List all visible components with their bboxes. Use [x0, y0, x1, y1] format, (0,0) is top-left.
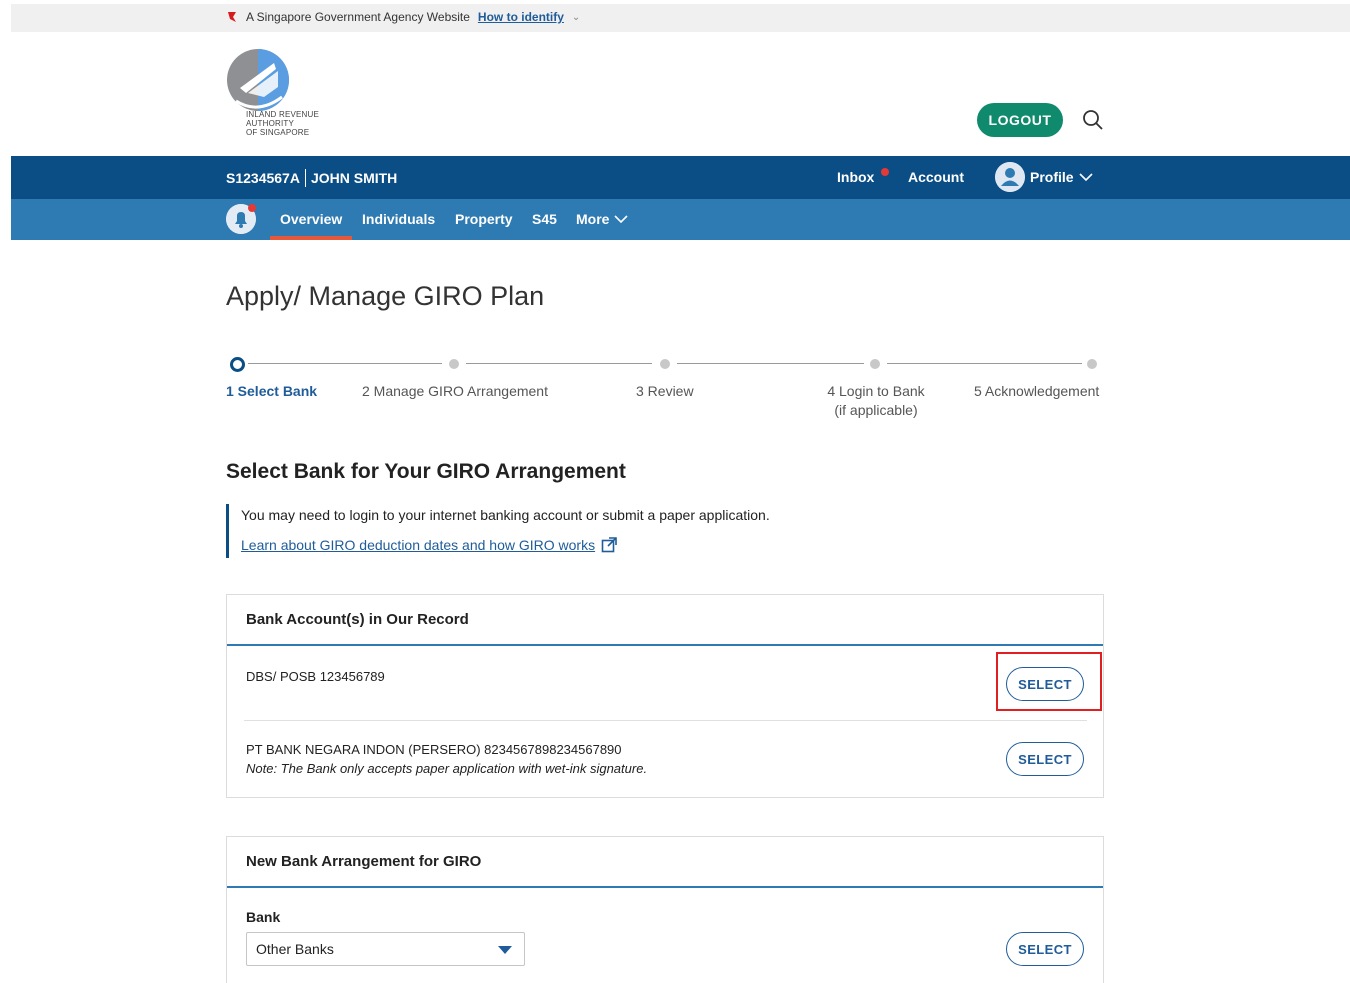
step-connector — [466, 363, 652, 364]
info-text: You may need to login to your internet b… — [241, 507, 770, 523]
nav-more-label: More — [576, 211, 610, 227]
section-heading: Select Bank for Your GIRO Arrangement — [226, 460, 626, 483]
step-2-indicator — [449, 359, 459, 369]
divider — [304, 169, 306, 187]
select-new-bank-button[interactable]: SELECT — [1006, 932, 1084, 966]
nav-overview[interactable]: Overview — [280, 211, 342, 227]
account-name: PT BANK NEGARA INDON (PERSERO) 823456789… — [246, 742, 622, 757]
progress-stepper: 1 Select Bank 2 Manage GIRO Arrangement … — [226, 350, 1106, 430]
logo-text: INLAND REVENUE AUTHORITY OF SINGAPORE — [246, 110, 320, 137]
card-header: Bank Account(s) in Our Record — [227, 595, 1103, 646]
search-icon[interactable] — [1081, 108, 1105, 132]
user-bar: S1234567A JOHN SMITH Inbox Account Profil… — [11, 156, 1350, 199]
step-4-indicator — [870, 359, 880, 369]
step-1-label: 1 Select Bank — [226, 383, 318, 399]
user-name: JOHN SMITH — [310, 170, 398, 186]
user-id: S1234567A — [226, 170, 300, 186]
step-1-indicator — [230, 357, 245, 372]
lion-icon — [228, 12, 236, 22]
info-callout: You may need to login to your internet b… — [226, 504, 826, 558]
account-note: Note: The Bank only accepts paper applic… — [246, 761, 648, 776]
notification-dot — [881, 168, 889, 176]
new-bank-card: New Bank Arrangement for GIRO Bank Other… — [226, 836, 1104, 983]
bank-field-label: Bank — [246, 909, 281, 925]
step-connector — [248, 363, 442, 364]
card-title: New Bank Arrangement for GIRO — [246, 853, 482, 870]
site-header: INLAND REVENUE AUTHORITY OF SINGAPORE LO… — [11, 32, 1350, 156]
nav-more[interactable]: More — [576, 211, 629, 227]
bank-dropdown[interactable]: Other Banks — [246, 932, 525, 966]
bank-records-card: Bank Account(s) in Our Record DBS/ POSB … — [226, 594, 1104, 798]
external-link-icon — [601, 537, 617, 553]
logout-button[interactable]: LOGOUT — [977, 103, 1063, 137]
step-connector — [677, 363, 864, 364]
chevron-down-icon — [614, 215, 629, 224]
profile-menu[interactable]: Profile — [1030, 169, 1093, 185]
card-header: New Bank Arrangement for GIRO — [227, 837, 1103, 888]
step-2-label: 2 Manage GIRO Arrangement — [362, 383, 548, 399]
page-title: Apply/ Manage GIRO Plan — [226, 281, 545, 311]
notification-dot — [248, 204, 256, 212]
user-identity: S1234567A JOHN SMITH — [226, 169, 397, 187]
nav-s45[interactable]: S45 — [532, 211, 557, 227]
nav-property[interactable]: Property — [455, 211, 513, 227]
how-to-identify-link[interactable]: How to identify — [478, 10, 564, 24]
giro-info-link[interactable]: Learn about GIRO deduction dates and how… — [241, 537, 617, 553]
step-connector — [887, 363, 1082, 364]
caret-down-icon — [498, 946, 512, 954]
chevron-down-icon — [1079, 173, 1093, 182]
highlight-box — [996, 652, 1102, 711]
chevron-down-icon[interactable]: ⌄ — [572, 12, 580, 23]
step-5-indicator — [1087, 359, 1097, 369]
step-4-label: 4 Login to Bank (if applicable) — [826, 382, 926, 420]
select-bni-button[interactable]: SELECT — [1006, 742, 1084, 776]
step-4-sublabel: (if applicable) — [834, 402, 918, 418]
step-3-label: 3 Review — [636, 383, 694, 399]
active-tab-indicator — [270, 236, 352, 240]
account-link[interactable]: Account — [908, 169, 964, 185]
account-name: DBS/ POSB 123456789 — [246, 669, 385, 684]
card-title: Bank Account(s) in Our Record — [246, 611, 469, 628]
nav-individuals[interactable]: Individuals — [362, 211, 435, 227]
step-4-title: 4 Login to Bank — [827, 383, 925, 399]
gov-banner: A Singapore Government Agency Website Ho… — [11, 4, 1350, 32]
gov-banner-text: A Singapore Government Agency Website — [246, 10, 470, 24]
step-3-indicator — [660, 359, 670, 369]
avatar-icon[interactable] — [995, 162, 1025, 192]
inbox-link[interactable]: Inbox — [837, 169, 874, 185]
row-divider — [244, 720, 1087, 721]
giro-info-link-text: Learn about GIRO deduction dates and how… — [241, 537, 596, 553]
main-nav: Overview Individuals Property S45 More — [11, 199, 1350, 240]
bank-dropdown-value: Other Banks — [256, 941, 334, 957]
profile-label: Profile — [1030, 169, 1074, 185]
step-5-label: 5 Acknowledgement — [974, 383, 1100, 399]
